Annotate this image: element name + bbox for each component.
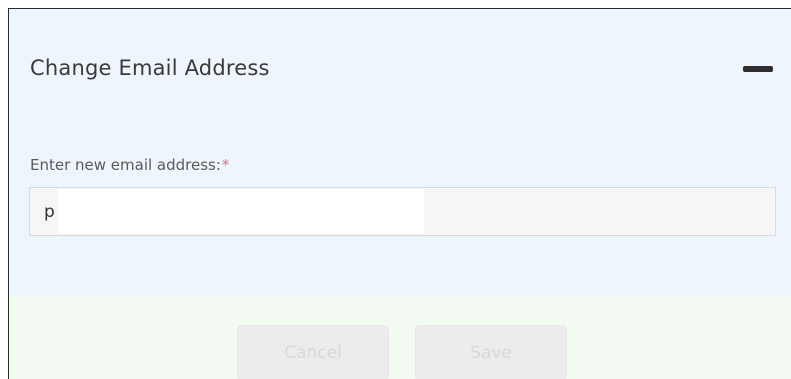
- email-field-label: Enter new email address:*: [30, 156, 229, 174]
- minus-icon: [743, 66, 773, 72]
- panel-title: Change Email Address: [30, 56, 270, 80]
- dialog-frame: Change Email Address Enter new email add…: [8, 8, 791, 379]
- required-marker: *: [221, 156, 230, 174]
- save-button[interactable]: Save: [415, 325, 567, 379]
- button-bar: Cancel Save: [9, 296, 791, 379]
- email-label-text: Enter new email address:: [30, 156, 221, 174]
- change-email-panel: Change Email Address Enter new email add…: [9, 9, 791, 296]
- collapse-button[interactable]: [741, 56, 777, 82]
- cancel-button[interactable]: Cancel: [237, 325, 389, 379]
- email-input[interactable]: [30, 188, 775, 235]
- email-input-wrapper: [29, 187, 776, 236]
